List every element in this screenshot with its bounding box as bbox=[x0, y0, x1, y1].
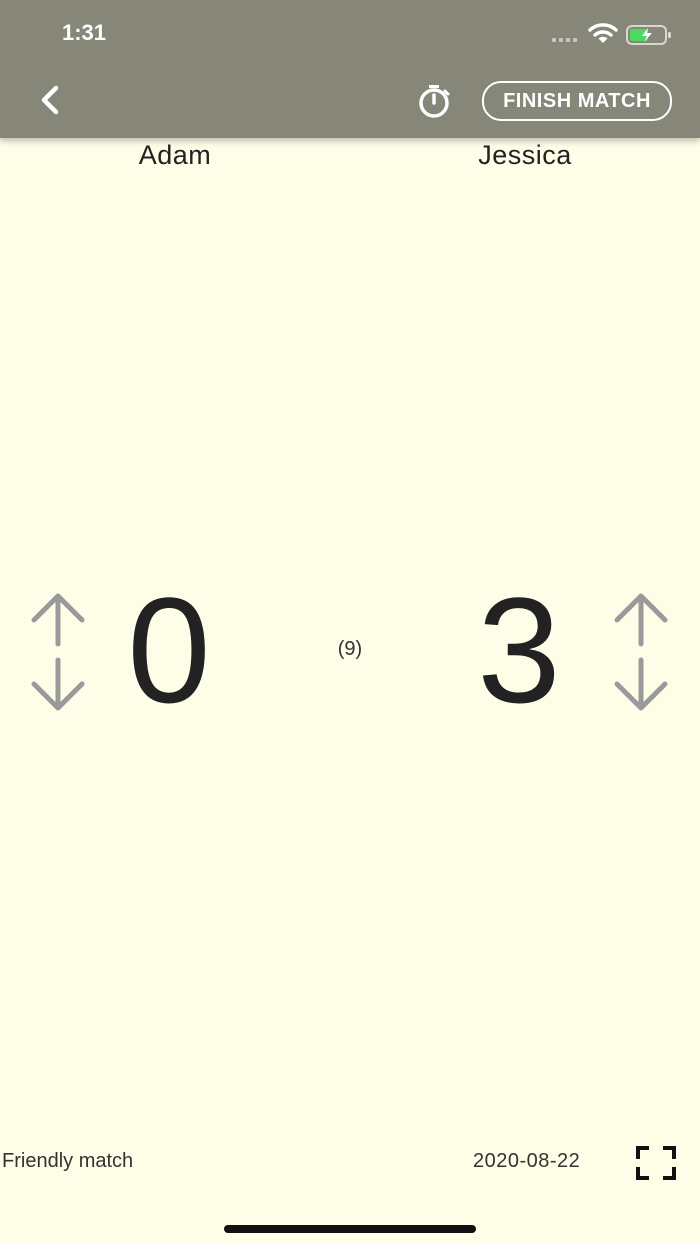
left-score-up-arrow-icon[interactable] bbox=[28, 592, 88, 648]
left-score-down-arrow-icon[interactable] bbox=[28, 656, 88, 712]
player-right-score: 3 bbox=[477, 566, 561, 734]
cellular-signal-icon bbox=[552, 38, 577, 42]
home-indicator bbox=[224, 1225, 476, 1233]
wifi-icon bbox=[588, 23, 618, 43]
player-left-name: Adam bbox=[138, 140, 212, 170]
back-button[interactable] bbox=[30, 80, 70, 120]
status-time: 1:31 bbox=[62, 20, 107, 45]
app-header: 1:31 FINISH MATCH bbox=[0, 0, 700, 138]
player-right-name: Jessica bbox=[478, 140, 572, 170]
battery-charging-icon bbox=[626, 25, 671, 45]
match-type-label: Friendly match bbox=[2, 1150, 134, 1172]
right-score-up-arrow-icon[interactable] bbox=[611, 592, 671, 648]
right-score-down-arrow-icon[interactable] bbox=[611, 656, 671, 712]
finish-match-button[interactable]: FINISH MATCH bbox=[482, 81, 672, 121]
fullscreen-icon[interactable] bbox=[635, 1145, 677, 1181]
match-target-value: (9) bbox=[337, 638, 363, 660]
match-date: 2020-08-22 bbox=[473, 1150, 581, 1172]
stopwatch-icon[interactable] bbox=[414, 82, 454, 122]
player-left-score: 0 bbox=[127, 566, 211, 734]
